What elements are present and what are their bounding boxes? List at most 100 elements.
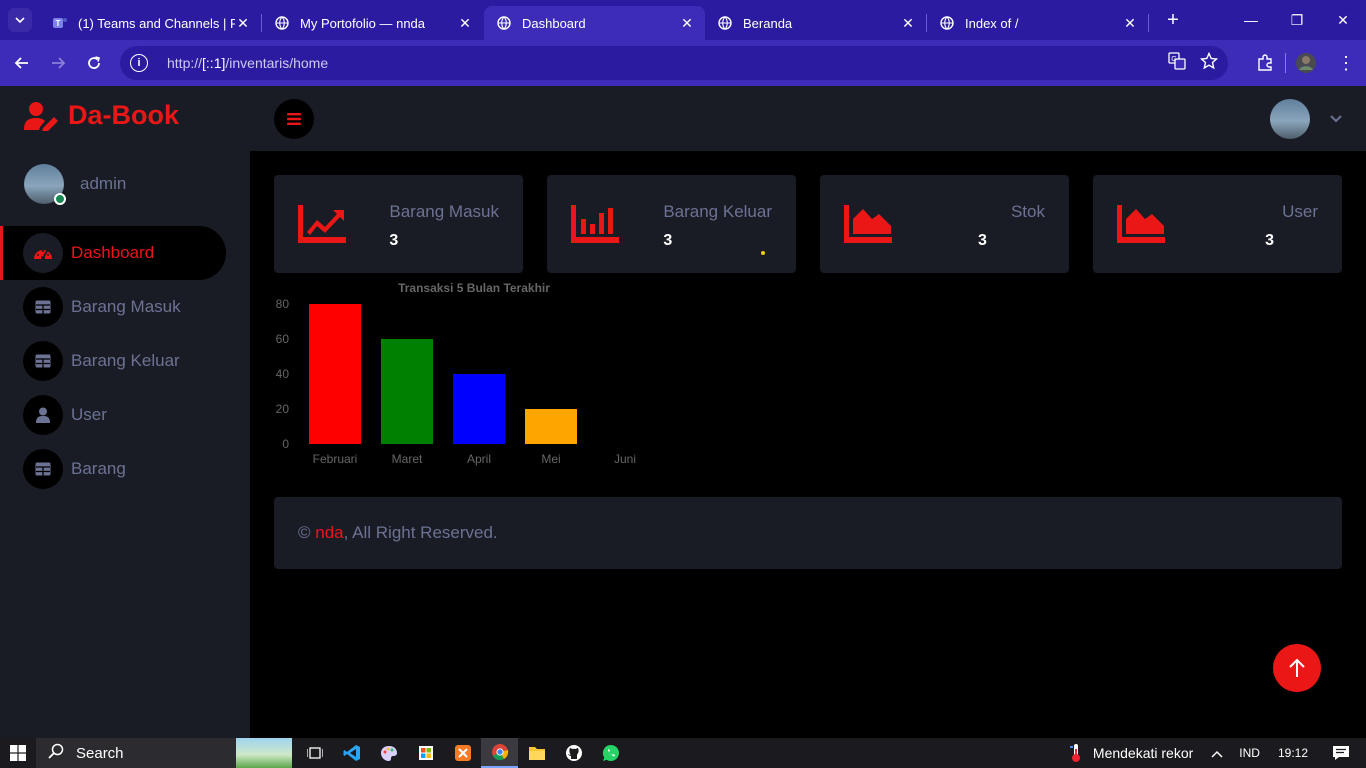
svg-text:T: T	[56, 19, 61, 28]
new-tab-button[interactable]: +	[1159, 6, 1187, 34]
stat-card-barang-masuk: Barang Masuk 3	[274, 175, 523, 273]
reload-icon	[88, 56, 100, 69]
bar-april	[453, 374, 505, 444]
globe-icon	[274, 15, 290, 31]
sidebar-item-barang[interactable]: Barang	[0, 442, 250, 496]
chevron-down-icon	[15, 17, 25, 23]
whatsapp-icon[interactable]	[592, 738, 629, 768]
system-tray: Mendekati rekor IND 19:12	[1069, 738, 1366, 768]
brand-name: Da-Book	[68, 100, 180, 130]
file-explorer-icon[interactable]	[518, 738, 555, 768]
tab-title: (1) Teams and Channels | R2	[78, 15, 235, 31]
close-tab-icon[interactable]: ✕	[235, 15, 251, 31]
y-tick-label: 60	[276, 332, 290, 346]
chrome-icon[interactable]	[481, 738, 518, 768]
sidebar-item-dashboard[interactable]: Dashboard	[0, 226, 226, 280]
arrow-up-icon	[1289, 658, 1305, 677]
stat-value: 3	[977, 232, 987, 249]
extensions-icon[interactable]	[1245, 54, 1285, 72]
minimize-button[interactable]: —	[1228, 0, 1274, 40]
user-avatar-button[interactable]	[1270, 99, 1310, 139]
browser-toolbar: i http://[::1]/inventaris/home G ⋮	[0, 40, 1366, 86]
browser-tab[interactable]: Beranda ✕	[705, 6, 926, 40]
bookmark-star-icon[interactable]	[1199, 51, 1219, 75]
info-icon[interactable]: i	[130, 54, 148, 72]
sidebar-item-barang-keluar[interactable]: Barang Keluar	[0, 334, 250, 388]
windows-start-button[interactable]	[0, 738, 36, 768]
close-tab-icon[interactable]: ✕	[457, 15, 473, 31]
chart-title: Transaksi 5 Bulan Terakhir	[398, 282, 550, 295]
stat-card-user: User 3	[1093, 175, 1342, 273]
reload-button[interactable]	[76, 45, 112, 81]
translate-icon[interactable]: G	[1168, 52, 1186, 75]
sidebar-menu: Dashboard Barang Masuk Barang Keluar Use…	[0, 226, 250, 496]
address-bar[interactable]: i http://[::1]/inventaris/home G	[120, 46, 1228, 80]
taskbar-search[interactable]: Search	[36, 738, 292, 768]
sidebar-toggle-button[interactable]	[274, 99, 314, 139]
close-tab-icon[interactable]: ✕	[679, 15, 695, 31]
stat-cards: Barang Masuk 3 Barang Keluar 3 Stok 3 Us…	[274, 175, 1342, 273]
forward-button[interactable]	[40, 45, 76, 81]
tab-title: My Portofolio — nnda	[300, 15, 426, 31]
y-tick-label: 20	[276, 402, 290, 416]
xampp-icon[interactable]	[444, 738, 481, 768]
tray-overflow-chevron-icon[interactable]	[1211, 746, 1223, 761]
tab-title: Beranda	[743, 15, 793, 31]
browser-tab[interactable]: My Portofolio — nnda ✕	[262, 6, 483, 40]
browser-tab-active[interactable]: Dashboard ✕	[484, 6, 705, 40]
y-tick-label: 0	[282, 437, 289, 451]
table-icon	[23, 449, 63, 489]
browser-tab-bar: T (1) Teams and Channels | R2 ✕ My Porto…	[0, 0, 1366, 40]
browser-menu-icon[interactable]: ⋮	[1326, 53, 1366, 74]
search-icon	[48, 743, 64, 763]
chart-line-icon	[298, 205, 346, 248]
search-placeholder: Search	[76, 744, 124, 762]
back-to-top-button[interactable]	[1273, 644, 1321, 692]
chart-area-icon	[1117, 205, 1165, 248]
globe-icon	[496, 15, 512, 31]
profile-name: admin	[80, 174, 127, 193]
close-tab-icon[interactable]: ✕	[1122, 15, 1138, 31]
sidebar-profile: admin	[24, 164, 127, 205]
sidebar-item-barang-masuk[interactable]: Barang Masuk	[0, 280, 250, 334]
store-icon[interactable]	[407, 738, 444, 768]
table-icon	[23, 287, 63, 327]
footer: © nda, All Right Reserved.	[274, 497, 1342, 569]
restore-button[interactable]: ❐	[1274, 0, 1320, 40]
notification-icon[interactable]	[1332, 745, 1352, 761]
user-icon	[23, 395, 63, 435]
close-window-button[interactable]: ✕	[1320, 0, 1366, 40]
cursor-dot	[761, 251, 765, 255]
profile-avatar-icon[interactable]	[1286, 52, 1326, 74]
chevron-down-icon[interactable]	[1330, 110, 1342, 126]
weather-widget[interactable]: Mendekati rekor	[1069, 743, 1193, 763]
os-taskbar: Search Mendekati rekor IND 19:12	[0, 738, 1366, 768]
sidebar-item-user[interactable]: User	[0, 388, 250, 442]
chart-area-icon	[844, 205, 892, 248]
vscode-icon[interactable]	[333, 738, 370, 768]
app-root: Da-Book admin Dashboard Barang Masuk Bar…	[0, 86, 1366, 738]
stat-card-barang-keluar: Barang Keluar 3	[547, 175, 796, 273]
table-icon	[23, 341, 63, 381]
thermometer-icon	[1069, 744, 1080, 762]
sidebar-item-label: Barang	[71, 459, 126, 478]
footer-link[interactable]: nda	[315, 523, 343, 543]
paint-app-icon[interactable]	[370, 738, 407, 768]
search-highlight-image	[236, 738, 292, 768]
language-indicator[interactable]: IND	[1239, 746, 1260, 760]
browser-tab[interactable]: Index of / ✕	[927, 6, 1148, 40]
back-button[interactable]	[4, 45, 40, 81]
close-tab-icon[interactable]: ✕	[900, 15, 916, 31]
stat-label: Barang Keluar	[663, 202, 772, 221]
github-icon[interactable]	[555, 738, 592, 768]
clock[interactable]: 19:12	[1278, 746, 1308, 760]
task-view-icon[interactable]	[296, 738, 333, 768]
tab-search-button[interactable]	[8, 8, 32, 32]
stat-label: Barang Masuk	[389, 202, 499, 221]
url-text: http://[::1]/inventaris/home	[167, 55, 329, 71]
brand-logo[interactable]: Da-Book	[24, 100, 179, 131]
avatar	[24, 164, 66, 205]
browser-tab[interactable]: T (1) Teams and Channels | R2 ✕	[40, 6, 261, 40]
tab-title: Index of /	[965, 15, 1019, 31]
hamburger-icon	[287, 113, 301, 125]
